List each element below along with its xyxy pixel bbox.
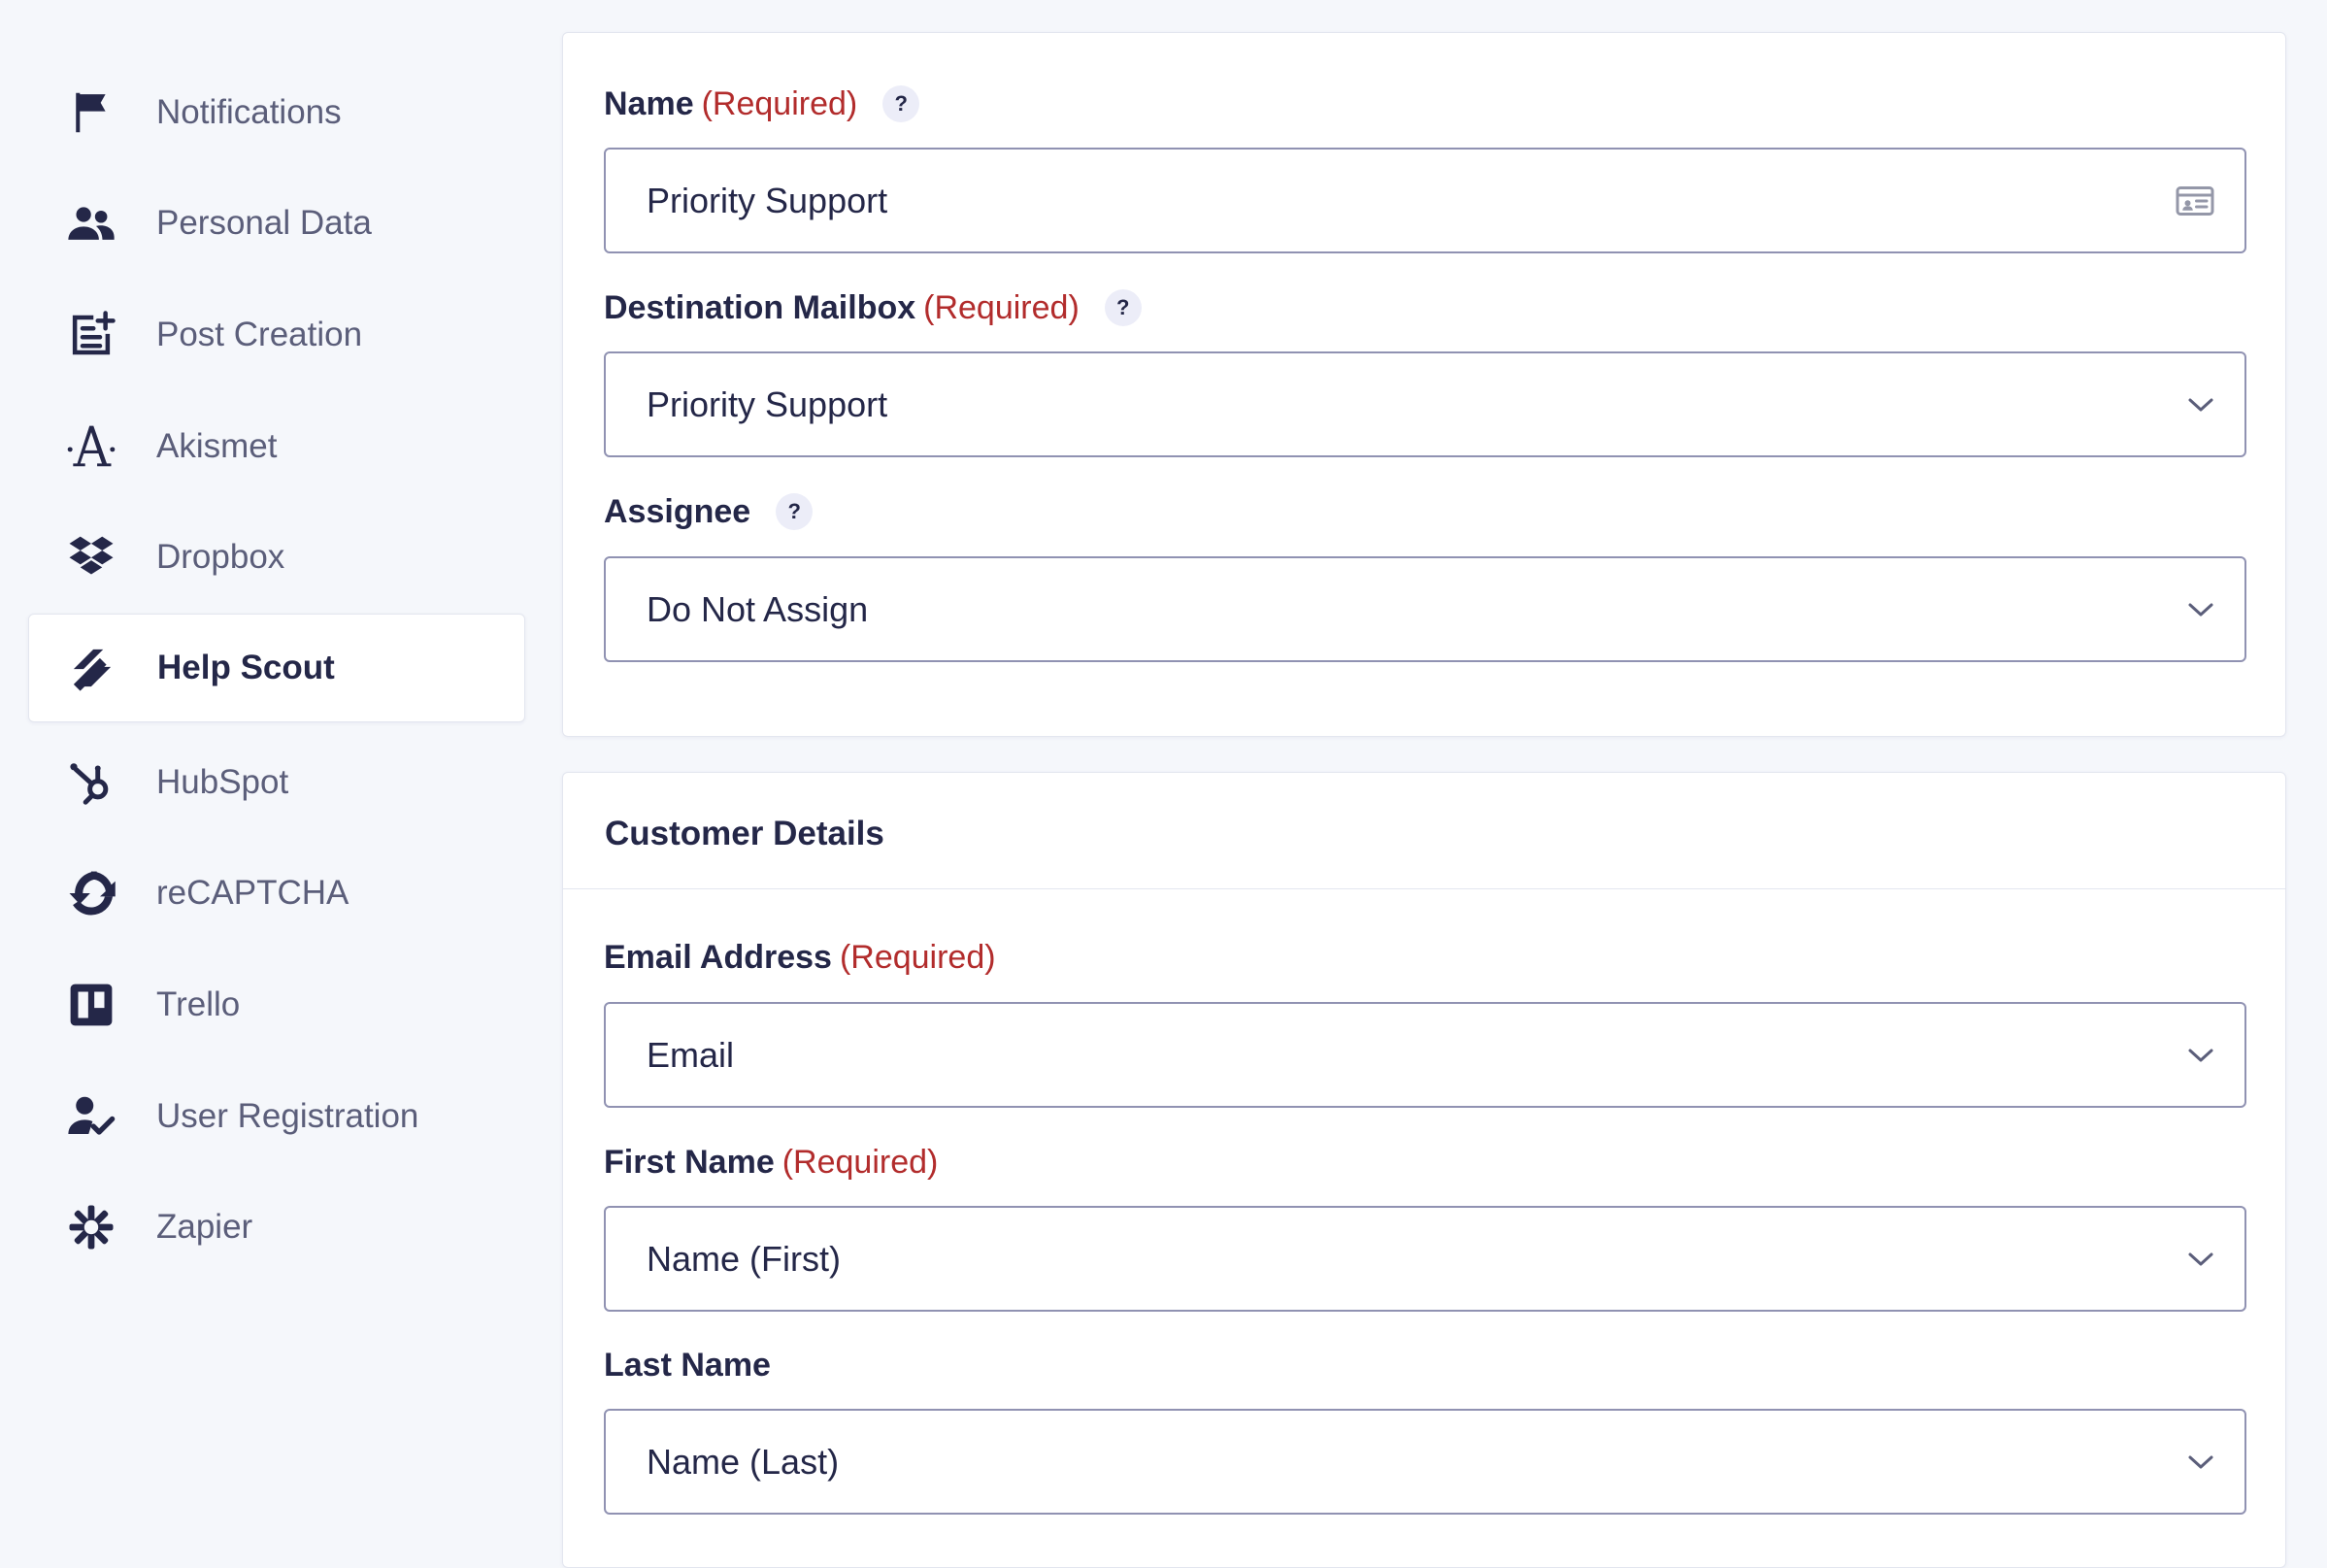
sidebar-item-hubspot[interactable]: HubSpot [28,728,525,837]
assignee-field-label: Assignee ? [604,487,814,536]
sidebar-item-dropbox[interactable]: Dropbox [28,503,525,612]
sidebar-item-label: Dropbox [156,538,285,576]
id-card-icon [2175,183,2215,218]
customer-details-panel: Customer Details Email Address (Required… [562,772,2286,1568]
name-input[interactable]: Priority Support [604,148,2246,253]
chevron-down-icon [2186,600,2215,619]
sidebar-item-label: Help Scout [157,649,335,686]
chevron-down-icon [2186,1452,2215,1472]
help-tooltip-icon[interactable]: ? [882,85,920,122]
sidebar-item-label: Trello [156,985,241,1023]
dropbox-icon [65,531,117,584]
sidebar-item-user-registration[interactable]: User Registration [28,1062,525,1171]
sidebar-item-personal-data[interactable]: Personal Data [28,169,525,278]
sidebar-item-recaptcha[interactable]: reCAPTCHA [28,839,525,948]
name-field-label: Name (Required) ? [604,80,920,128]
recaptcha-icon [65,867,117,919]
panel-header: Customer Details [563,773,2285,889]
required-indicator: (Required) [839,938,996,976]
flag-icon [65,86,117,139]
sidebar-item-label: reCAPTCHA [156,874,349,912]
destination-mailbox-select[interactable]: Priority Support [604,351,2246,457]
select-value: Name (First) [647,1238,841,1279]
sidebar-item-label: Post Creation [156,316,363,353]
sidebar-item-label: User Registration [156,1097,419,1135]
field-label-text: Last Name [604,1346,771,1384]
sidebar-item-post-creation[interactable]: Post Creation [28,281,525,389]
field-label-text: Email Address [604,938,832,976]
name-input-value: Priority Support [647,180,888,220]
chevron-down-icon [2186,1046,2215,1065]
required-indicator: (Required) [781,1143,939,1181]
hubspot-icon [65,756,117,809]
zapier-icon [65,1201,117,1253]
required-indicator: (Required) [923,288,1080,326]
email-address-select[interactable]: Email [604,1002,2246,1108]
field-label-text: Assignee [604,492,751,530]
select-value: Priority Support [647,384,888,424]
sidebar-item-akismet[interactable]: Akismet [28,392,525,501]
last-name-select[interactable]: Name (Last) [604,1409,2246,1515]
settings-sidebar: Notifications Personal Data Post Creatio… [0,0,544,1547]
feed-settings-panel: Name (Required) ? Priority Support Desti… [562,32,2286,737]
sidebar-item-notifications[interactable]: Notifications [28,58,525,167]
select-value: Email [647,1034,735,1075]
select-value: Name (Last) [647,1441,840,1482]
sidebar-item-label: Zapier [156,1208,253,1246]
select-value: Do Not Assign [647,588,869,629]
post-add-icon [65,309,117,361]
sidebar-item-label: Akismet [156,427,278,465]
chevron-down-icon [2186,395,2215,415]
sidebar-item-label: HubSpot [156,763,289,801]
field-label-text: Destination Mailbox [604,288,916,326]
sidebar-item-zapier[interactable]: Zapier [28,1173,525,1282]
helpscout-icon [66,642,118,694]
trello-icon [65,979,117,1031]
assignee-select[interactable]: Do Not Assign [604,556,2246,662]
first-name-field-label: First Name (Required) [604,1138,938,1186]
field-label-text: Name [604,84,694,122]
help-tooltip-icon[interactable]: ? [1104,289,1142,326]
panel-title: Customer Details [605,815,884,852]
sidebar-item-help-scout[interactable]: Help Scout [28,614,525,722]
akismet-icon [65,420,117,473]
first-name-select[interactable]: Name (First) [604,1206,2246,1312]
mailbox-field-label: Destination Mailbox (Required) ? [604,284,1142,332]
field-label-text: First Name [604,1143,775,1181]
required-indicator: (Required) [701,84,858,122]
sidebar-item-trello[interactable]: Trello [28,951,525,1059]
user-check-icon [65,1090,117,1143]
users-icon [65,197,117,250]
chevron-down-icon [2186,1250,2215,1269]
sidebar-item-label: Personal Data [156,204,372,242]
help-tooltip-icon[interactable]: ? [776,493,814,530]
sidebar-item-label: Notifications [156,93,342,131]
last-name-field-label: Last Name [604,1341,771,1389]
email-field-label: Email Address (Required) [604,933,996,982]
